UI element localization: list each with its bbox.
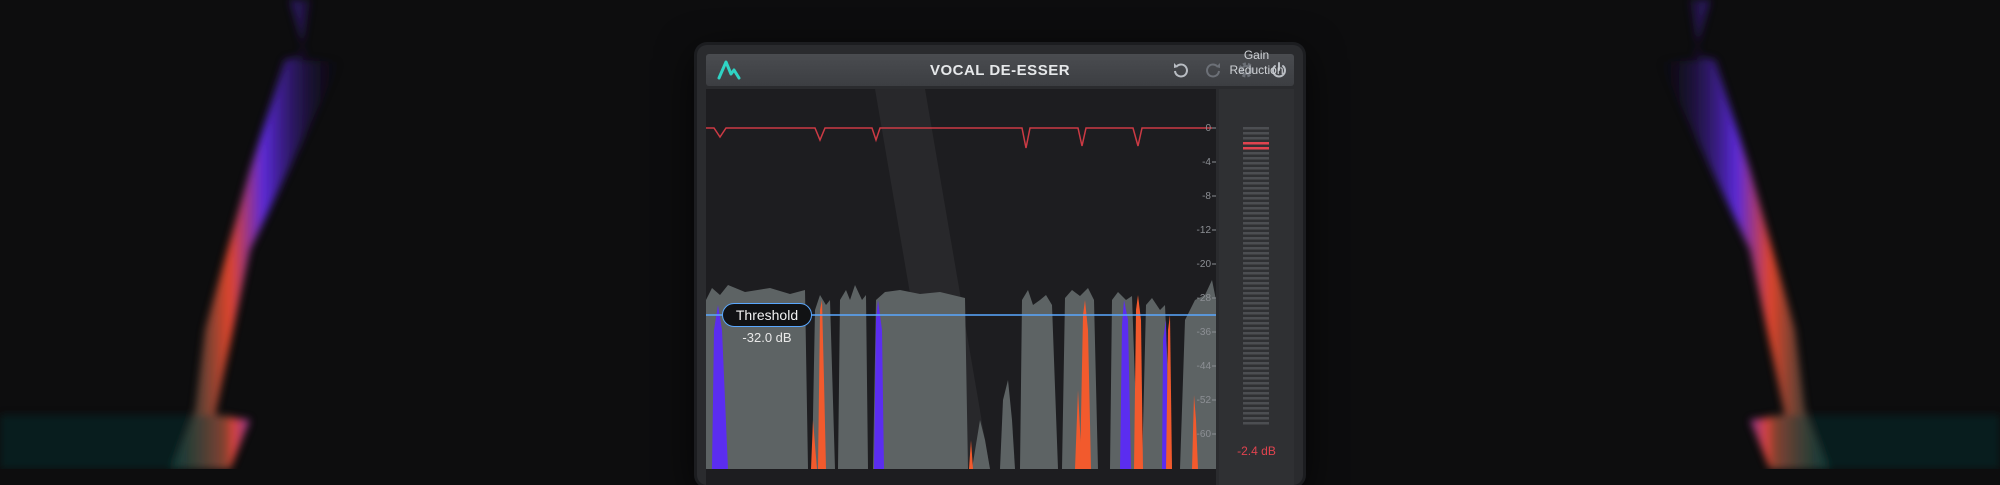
title-bar: VOCAL DE-ESSER <box>706 54 1294 86</box>
gain-reduction-value: -2.4 dB <box>1237 444 1276 458</box>
threshold-value: -32.0 dB <box>742 330 792 345</box>
de-esser-plugin-window: VOCAL DE-ESSER <box>697 45 1303 485</box>
gain-reduction-label-line1: Gain <box>1243 48 1270 62</box>
gain-reduction-label: Gain Reduction <box>1219 48 1294 78</box>
gain-reduction-label-line2: Reduction <box>1229 63 1284 77</box>
spectrum-graph[interactable] <box>706 89 1216 485</box>
threshold-handle[interactable]: Threshold <box>722 303 812 327</box>
gain-reduction-panel <box>1219 89 1294 485</box>
undo-icon[interactable] <box>1171 60 1191 80</box>
